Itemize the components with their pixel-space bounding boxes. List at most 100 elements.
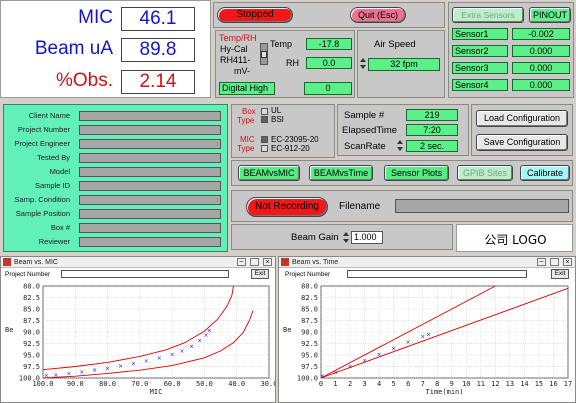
beam-gain-input[interactable]: 1.000 — [351, 231, 383, 244]
filename-input[interactable] — [395, 199, 569, 213]
sensor-row: Sensor3 0.000 — [452, 62, 572, 74]
stepper-arrows-icon — [360, 58, 366, 69]
ul-label: UL — [271, 106, 282, 115]
sensor-select-toggle[interactable] — [260, 43, 268, 65]
sensor-label: Sensor2 — [452, 45, 508, 57]
info-input[interactable] — [79, 237, 221, 247]
minimize-icon[interactable]: – — [237, 258, 246, 266]
mic-option-1-radio[interactable] — [261, 136, 268, 143]
mv-label: mV- — [234, 66, 251, 76]
y-tick-label: 97.5 — [23, 363, 40, 371]
window-title: Beam vs. MIC — [14, 259, 58, 266]
x-tick-label: 50.0 — [196, 380, 213, 388]
maximize-icon[interactable] — [250, 258, 259, 266]
pinout-button[interactable]: PINOUT — [529, 7, 571, 23]
ul-radio[interactable] — [261, 108, 268, 115]
close-icon[interactable]: × — [563, 258, 572, 266]
x-tick-label: 10 — [462, 380, 470, 388]
data-point: × — [118, 363, 123, 370]
exit-button[interactable]: Exit — [251, 269, 269, 279]
stepper-arrows-icon — [397, 140, 403, 151]
sensor-label: Sensor4 — [452, 79, 508, 91]
window-titlebar: Beam vs. MIC – × — [1, 257, 275, 268]
mic-value: 46.1 — [121, 7, 195, 31]
info-input[interactable] — [79, 125, 221, 135]
stopped-button[interactable]: Stopped — [217, 7, 293, 23]
maximize-icon[interactable] — [550, 258, 559, 266]
mic-option-2-radio[interactable] — [261, 145, 268, 152]
info-row: Client Name — [4, 111, 228, 123]
air-speed-value: 32 fpm — [368, 58, 440, 71]
bsi-radio[interactable] — [261, 116, 268, 123]
project-number-label: Project Number — [5, 271, 51, 278]
x-tick-label: 90.0 — [67, 380, 84, 388]
air-speed-stepper[interactable] — [360, 57, 366, 71]
info-row: Tested By — [4, 153, 228, 165]
sensor-plots-button[interactable]: Sensor Plots — [384, 165, 449, 181]
info-label: Tested By — [37, 153, 70, 162]
beam-vs-time-button[interactable]: BEAMvsTime — [309, 165, 373, 181]
info-input[interactable] — [79, 167, 221, 177]
info-label: Box # — [50, 223, 70, 232]
data-point: × — [44, 373, 49, 380]
y-tick-label: 100.0 — [19, 375, 40, 383]
app-icon — [281, 258, 289, 266]
exit-button[interactable]: Exit — [551, 269, 569, 279]
info-input[interactable] — [79, 195, 221, 205]
x-tick-label: 1 — [333, 380, 337, 388]
y-tick-label: 87.5 — [23, 317, 40, 325]
rh-label: RH — [286, 58, 299, 68]
load-configuration-button[interactable]: Load Configuration — [476, 110, 568, 127]
y-tick-label: 90.0 — [301, 329, 318, 337]
calibrate-button[interactable]: Calibrate — [520, 165, 570, 181]
info-input[interactable] — [79, 209, 221, 219]
y-axis-label: Be — [5, 326, 13, 334]
digital-high-label: Digital High — [219, 82, 275, 95]
close-icon[interactable]: × — [263, 258, 272, 266]
beam-ua-value: 89.8 — [121, 38, 195, 62]
beam-gain-label: Beam Gain — [291, 232, 339, 243]
x-tick-label: 15 — [535, 380, 543, 388]
mic-option-2-label: EC-912-20 — [271, 144, 310, 153]
config-panel: Load Configuration Save Configuration — [471, 104, 573, 156]
info-label: Project Number — [17, 125, 70, 134]
beam-vs-mic-button[interactable]: BEAMvsMIC — [238, 165, 300, 181]
x-tick-label: 8 — [435, 380, 439, 388]
project-number-label: Project Number — [285, 271, 331, 278]
info-label: Samp. Condition — [14, 195, 70, 204]
y-tick-label: 92.5 — [23, 340, 40, 348]
data-point: × — [92, 367, 97, 374]
air-speed-panel: Air Speed 32 fpm — [357, 30, 445, 98]
y-tick-label: 92.5 — [301, 340, 318, 348]
save-configuration-button[interactable]: Save Configuration — [476, 134, 568, 151]
window-title: Beam vs. Time — [292, 259, 339, 266]
quit-button[interactable]: Quit (Esc) — [350, 7, 406, 23]
temp-rh-panel: Temp/RH Hy-Cal RH411- mV- Temp -17.8 RH … — [215, 30, 355, 98]
sample-number-label: Sample # — [344, 110, 385, 121]
info-input[interactable] — [79, 181, 221, 191]
sensor-value: -0.002 — [512, 28, 570, 40]
readout-panel: MIC 46.1 Beam uA 89.8 %Obs. 2.14 — [0, 0, 211, 98]
info-input[interactable] — [79, 153, 221, 163]
data-point: × — [426, 331, 431, 338]
extra-sensors-button[interactable]: Extra Sensors — [452, 7, 524, 23]
project-number-field — [347, 270, 527, 278]
x-tick-label: 16 — [549, 380, 557, 388]
info-input[interactable] — [79, 111, 221, 121]
beam-gain-stepper[interactable] — [343, 231, 349, 245]
info-row: Samp. Condition — [4, 195, 228, 207]
info-label: Model — [49, 167, 70, 176]
info-input[interactable] — [79, 223, 221, 233]
minimize-icon[interactable]: – — [537, 258, 546, 266]
info-input[interactable] — [79, 139, 221, 149]
x-tick-label: 13 — [506, 380, 514, 388]
scan-rate-stepper[interactable] — [397, 139, 403, 153]
data-point: × — [197, 338, 202, 345]
info-label: Project Engineer — [14, 139, 70, 148]
x-tick-label: 6 — [406, 380, 410, 388]
y-tick-label: 97.5 — [301, 363, 318, 371]
gpib-sites-button[interactable]: GPIB Sites — [457, 165, 513, 181]
sensor-value: 0.000 — [512, 62, 570, 74]
stepper-arrows-icon — [343, 232, 349, 243]
not-recording-button[interactable]: Not Recording — [246, 197, 328, 217]
